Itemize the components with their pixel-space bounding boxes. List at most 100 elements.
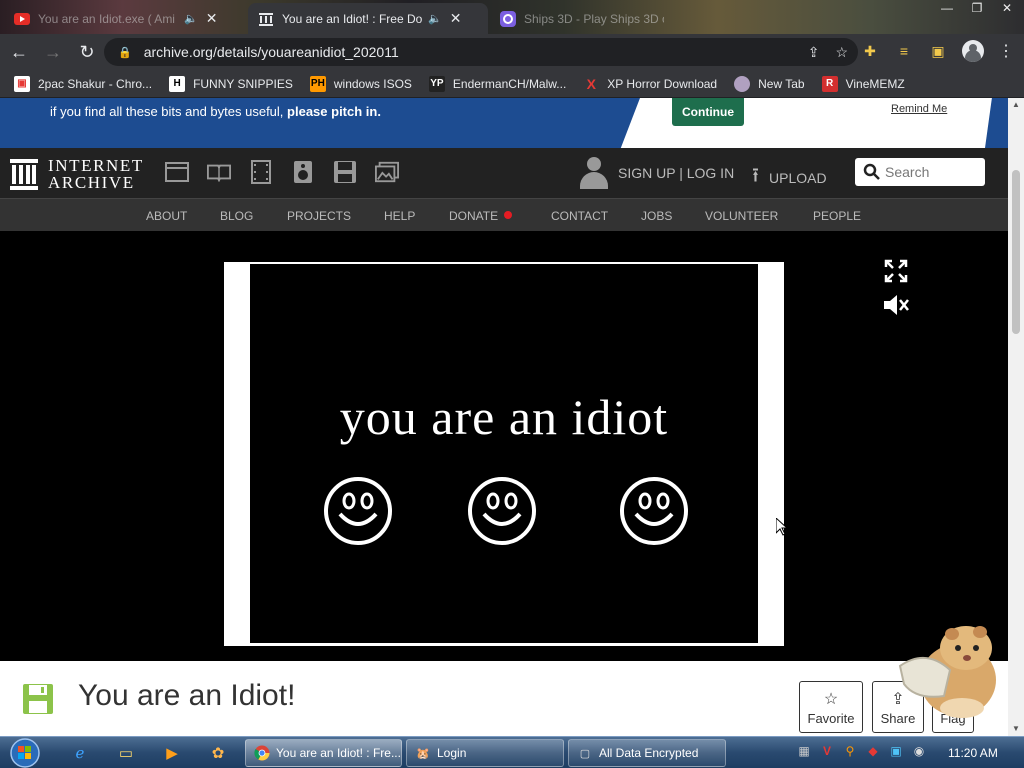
taskbar-chrome[interactable]: You are an Idiot! : Fre... — [245, 739, 402, 767]
network-tray-icon[interactable]: ▦ — [796, 743, 812, 759]
chrome-store-icon: ▣ — [14, 75, 30, 92]
signup-login-link[interactable]: SIGN UP | LOG IN — [618, 165, 734, 181]
nav-projects[interactable]: PROJECTS — [287, 209, 351, 223]
page-viewport: if you find all these bits and bytes use… — [0, 98, 1008, 736]
media-type-icons — [165, 160, 399, 184]
youtube-icon — [14, 11, 30, 27]
star-icon: ☆ — [823, 690, 839, 708]
flash-player[interactable]: you are an idiot — [224, 262, 784, 646]
speaker-icon[interactable]: 🔈 — [184, 12, 198, 25]
scroll-down-icon[interactable]: ▼ — [1012, 724, 1020, 733]
player-screen[interactable]: you are an idiot — [250, 264, 758, 643]
item-title-area: You are an Idiot! ☆ Favorite ⇪ Share ⚑ F… — [0, 661, 1008, 736]
theater-area: you are an idiot — [0, 231, 1008, 661]
close-icon[interactable]: ✕ — [206, 10, 218, 27]
scroll-thumb[interactable] — [1012, 170, 1020, 334]
mouse-cursor-icon — [776, 518, 788, 536]
banner-blue-edge — [985, 98, 1008, 148]
nav-people[interactable]: PEOPLE — [813, 209, 861, 223]
extensions-puzzle-icon[interactable]: ✚ — [860, 41, 880, 61]
page-scrollbar[interactable]: ▲ ▼ — [1008, 98, 1024, 736]
bookmark-item[interactable]: PH windows ISOS — [309, 75, 412, 92]
continue-button[interactable]: Continue — [672, 98, 744, 126]
images-icon[interactable] — [375, 160, 399, 184]
red-tray-icon[interactable]: ◆ — [865, 743, 881, 759]
remind-me-link[interactable]: Remind Me — [891, 103, 947, 115]
bookmark-item[interactable]: New Tab — [734, 75, 805, 92]
upload-link[interactable]: ⭱ UPLOAD — [752, 161, 827, 195]
taskbar-encrypted[interactable]: ▢ All Data Encrypted — [568, 739, 726, 767]
address-bar[interactable]: 🔒 archive.org/details/youareanidiot_2020… — [104, 38, 858, 66]
taskbar-clock[interactable]: 11:20 AM — [948, 746, 998, 760]
taskbar-login[interactable]: 🐹 Login — [406, 739, 564, 767]
nav-donate[interactable]: DONATE — [449, 209, 513, 223]
media-queue-icon[interactable]: ≡ — [894, 41, 914, 61]
scroll-up-icon[interactable]: ▲ — [1012, 100, 1020, 109]
back-icon[interactable]: ← — [4, 37, 34, 67]
side-panel-icon[interactable]: ▣ — [928, 41, 948, 61]
pinned-app-icon[interactable]: ✿ — [206, 742, 230, 764]
nav-contact[interactable]: CONTACT — [551, 209, 608, 223]
ie-icon[interactable]: ℯ — [68, 742, 92, 764]
close-window-icon[interactable]: ✕ — [994, 0, 1020, 16]
banner-pitch-in: please pitch in. — [287, 104, 381, 119]
h-icon: H — [169, 75, 186, 92]
favorite-button[interactable]: ☆ Favorite — [799, 681, 863, 733]
bookmark-label: XP Horror Download — [607, 76, 718, 91]
ia-logo[interactable]: INTERNET ARCHIVE — [10, 157, 144, 191]
bookmark-item[interactable]: X XP Horror Download — [583, 76, 718, 92]
upload-arrow-icon: ⭱ — [752, 165, 759, 187]
bookmark-label: 2pac Shakur - Chro... — [38, 76, 153, 91]
close-icon[interactable]: ✕ — [450, 10, 462, 27]
banner-message: if you find all these bits and bytes use… — [50, 104, 284, 119]
nav-jobs[interactable]: JOBS — [641, 209, 672, 223]
nav-blog[interactable]: BLOG — [220, 209, 253, 223]
nav-about[interactable]: ABOUT — [146, 209, 187, 223]
nav-volunteer[interactable]: VOLUNTEER — [705, 209, 778, 223]
search-tray-icon[interactable]: ⚲ — [842, 743, 858, 759]
profile-avatar[interactable] — [962, 40, 984, 62]
task-label: All Data Encrypted — [599, 746, 699, 760]
restore-icon[interactable]: ❐ — [964, 0, 990, 16]
bookmark-label: New Tab — [758, 76, 805, 91]
mute-icon[interactable] — [882, 293, 910, 317]
search-input[interactable]: Search — [855, 158, 985, 186]
system-tray: ▦ V ⚲ ◆ ▣ ◉ — [796, 743, 927, 759]
web-icon[interactable] — [165, 160, 189, 184]
tab-archive[interactable]: You are an Idiot! : Free Down 🔈 ✕ — [248, 3, 488, 34]
bookmark-star-icon[interactable]: ☆ — [835, 44, 848, 61]
video-film-icon[interactable] — [249, 160, 273, 184]
monitor-tray-icon[interactable]: ▣ — [888, 743, 904, 759]
start-orb-icon[interactable] — [7, 738, 43, 768]
software-floppy-icon[interactable] — [333, 160, 357, 184]
bookmark-item[interactable]: R VineMEMZ — [821, 75, 905, 92]
player-text: you are an idiot — [339, 389, 669, 445]
reload-icon[interactable]: ↻ — [72, 37, 102, 67]
disc-tray-icon[interactable]: ◉ — [911, 743, 927, 759]
texts-book-icon[interactable] — [207, 160, 231, 184]
bookmark-item[interactable]: YP EndermanCH/Malw... — [428, 75, 566, 92]
folder-icon[interactable]: ▭ — [114, 742, 138, 764]
v-tray-icon[interactable]: V — [819, 743, 835, 759]
software-floppy-icon — [23, 684, 53, 714]
user-icon[interactable] — [580, 157, 608, 189]
url-text: archive.org/details/youareanidiot_202011 — [143, 44, 399, 60]
r-icon: R — [821, 75, 838, 92]
share-page-icon[interactable]: ⇪ — [808, 44, 820, 61]
tab-youtube[interactable]: You are an Idiot.exe ( Ami 🔈 ✕ — [4, 3, 248, 34]
nav-help[interactable]: HELP — [384, 209, 415, 223]
menu-kebab-icon[interactable]: ⋮ — [998, 41, 1014, 61]
speaker-icon[interactable]: 🔈 — [428, 12, 442, 25]
forward-icon[interactable]: → — [38, 37, 68, 67]
logo-line2: ARCHIVE — [48, 173, 135, 192]
bookmark-item[interactable]: ▣ 2pac Shakur - Chro... — [14, 75, 153, 92]
window-controls: — ❐ ✕ — [934, 0, 1020, 18]
lock-icon[interactable]: 🔒 — [118, 46, 132, 59]
media-player-icon[interactable]: ▶ — [160, 742, 184, 764]
bookmark-item[interactable]: H FUNNY SNIPPIES — [169, 75, 293, 92]
audio-speaker-icon[interactable] — [291, 160, 315, 184]
omnibox-actions: ⇪ ☆ — [808, 44, 848, 61]
minimize-icon[interactable]: — — [934, 0, 960, 16]
fullscreen-icon[interactable] — [884, 259, 908, 283]
tab-ships[interactable]: Ships 3D - Play Ships 3D on Cr — [490, 3, 700, 34]
